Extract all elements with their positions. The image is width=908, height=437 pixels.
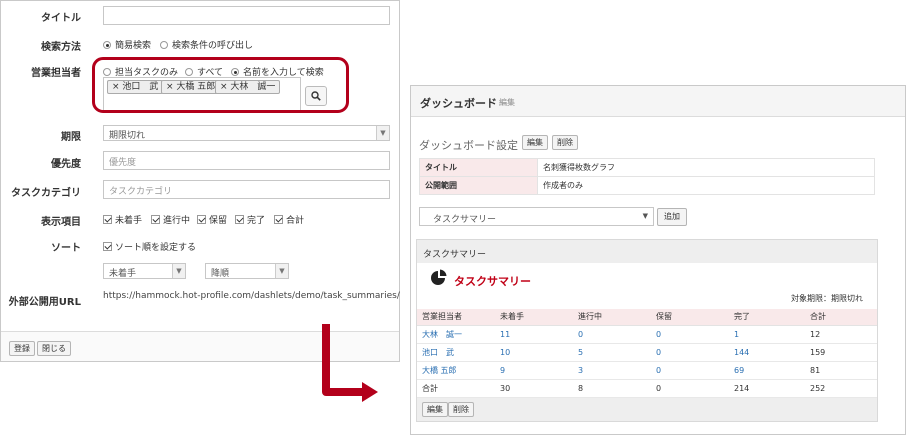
count-link[interactable]: 3 xyxy=(573,361,651,380)
period-text: 対象期限：期限切れ xyxy=(791,294,863,303)
checkbox-icon xyxy=(151,215,160,224)
checkbox-icon xyxy=(103,215,112,224)
count-link[interactable]: 10 xyxy=(495,343,573,362)
period-label: 期限 xyxy=(61,132,81,143)
count-link[interactable]: 144 xyxy=(729,343,805,362)
highlight-frame xyxy=(92,57,349,113)
rep-name-link[interactable]: 大橋 五郎 xyxy=(417,361,495,380)
count-link[interactable]: 0 xyxy=(651,325,729,344)
url-label: 外部公開用URL xyxy=(8,297,81,308)
column-header: 未着手 xyxy=(495,309,573,326)
category-label: タスクカテゴリ xyxy=(11,188,81,199)
settings-title: ダッシュボード設定 xyxy=(419,139,518,152)
widget-edit-button[interactable]: 編集 xyxy=(422,402,448,417)
summary-table: 営業担当者 未着手 進行中 保留 完了 合計 大林 誠一 11 0 0 1 12 xyxy=(417,309,877,398)
summary-widget-body: タスクサマリー 対象期限：期限切れ 営業担当者 未着手 進行中 保留 完了 合計… xyxy=(416,263,878,398)
dashboard-info-table: タイトル 名刺獲得枚数グラフ 公開範囲 作成者のみ xyxy=(419,158,875,195)
total-cell: 8 xyxy=(573,379,651,398)
checkbox-not-started[interactable]: 未着手 xyxy=(103,213,142,226)
dashboard-header: ダッシュボード 編集 xyxy=(411,86,905,117)
sales-rep-label: 営業担当者 xyxy=(31,68,81,79)
count-link[interactable]: 0 xyxy=(573,325,651,344)
total-cell: 12 xyxy=(805,325,877,344)
widget-select[interactable]: タスクサマリー ▼ xyxy=(419,207,654,226)
info-row: 公開範囲 作成者のみ xyxy=(419,176,875,195)
total-cell: 30 xyxy=(495,379,573,398)
table-total-row: 合計 30 8 0 214 252 xyxy=(417,379,877,398)
total-cell: 81 xyxy=(805,361,877,380)
radio-icon xyxy=(160,41,168,49)
summary-widget-footer: 編集 削除 xyxy=(416,398,878,422)
count-link[interactable]: 11 xyxy=(495,325,573,344)
total-cell: 214 xyxy=(729,379,805,398)
count-link[interactable]: 0 xyxy=(651,361,729,380)
total-cell: 0 xyxy=(651,379,729,398)
summary-widget-header: タスクサマリー xyxy=(416,239,878,263)
sort-order-select[interactable]: 降順 ▼ xyxy=(205,263,289,279)
caret-down-icon: ▼ xyxy=(642,212,648,220)
display-items-label: 表示項目 xyxy=(41,217,81,228)
transition-arrow-icon xyxy=(322,324,378,402)
checkbox-icon xyxy=(197,215,206,224)
count-link[interactable]: 69 xyxy=(729,361,805,380)
checkbox-total[interactable]: 合計 xyxy=(274,213,304,226)
table-row: 大橋 五郎 9 3 0 69 81 xyxy=(417,361,877,380)
close-button[interactable]: 閉じる xyxy=(37,341,71,356)
info-row: タイトル 名刺獲得枚数グラフ xyxy=(419,158,875,177)
widget-delete-button[interactable]: 削除 xyxy=(448,402,474,417)
radio-simple-search[interactable]: 簡易検索 xyxy=(103,38,151,51)
total-label: 合計 xyxy=(417,379,495,398)
settings-edit-button[interactable]: 編集 xyxy=(522,135,548,150)
radio-icon xyxy=(103,41,111,49)
count-link[interactable]: 5 xyxy=(573,343,651,362)
checkbox-icon xyxy=(274,215,283,224)
summary-title: タスクサマリー xyxy=(454,275,531,288)
count-link[interactable]: 1 xyxy=(729,325,805,344)
pie-chart-icon xyxy=(431,269,447,285)
priority-label: 優先度 xyxy=(51,159,81,170)
table-header-row: 営業担当者 未着手 進行中 保留 完了 合計 xyxy=(417,309,877,326)
checkbox-on-hold[interactable]: 保留 xyxy=(197,213,227,226)
radio-saved-search[interactable]: 検索条件の呼び出し xyxy=(160,38,253,51)
column-header: 完了 xyxy=(729,309,805,326)
public-url[interactable]: https://hammock.hot-profile.com/dashlets… xyxy=(103,291,400,301)
title-input[interactable] xyxy=(103,6,390,25)
rep-name-link[interactable]: 大林 誠一 xyxy=(417,325,495,344)
chevron-down-icon: ▼ xyxy=(275,264,288,278)
count-link[interactable]: 9 xyxy=(495,361,573,380)
checkbox-in-progress[interactable]: 進行中 xyxy=(151,213,190,226)
total-cell: 252 xyxy=(805,379,877,398)
total-cell: 159 xyxy=(805,343,877,362)
table-row: 池口 武 10 5 0 144 159 xyxy=(417,343,877,362)
checkbox-icon xyxy=(103,242,112,251)
search-method-label: 検索方法 xyxy=(41,42,81,53)
period-select[interactable]: 期限切れ ▼ xyxy=(103,125,390,141)
checkbox-icon xyxy=(235,215,244,224)
column-header: 合計 xyxy=(805,309,877,326)
save-button[interactable]: 登録 xyxy=(9,341,35,356)
count-link[interactable]: 0 xyxy=(651,343,729,362)
priority-input[interactable]: 優先度 xyxy=(103,151,390,170)
category-input[interactable]: タスクカテゴリ xyxy=(103,180,390,199)
settings-delete-button[interactable]: 削除 xyxy=(552,135,578,150)
edit-dashboard-link[interactable]: 編集 xyxy=(499,97,515,108)
add-widget-button[interactable]: 追加 xyxy=(657,208,687,226)
sort-field-select[interactable]: 未着手 ▼ xyxy=(103,263,186,279)
dashboard-panel: ダッシュボード 編集 ダッシュボード設定 編集 削除 タイトル 名刺獲得枚数グラ… xyxy=(410,85,906,435)
checkbox-set-sort[interactable]: ソート順を設定する xyxy=(103,240,196,253)
chevron-down-icon: ▼ xyxy=(172,264,185,278)
title-label: タイトル xyxy=(41,13,81,24)
rep-name-link[interactable]: 池口 武 xyxy=(417,343,495,362)
sort-label: ソート xyxy=(51,243,81,254)
table-row: 大林 誠一 11 0 0 1 12 xyxy=(417,325,877,344)
chevron-down-icon: ▼ xyxy=(376,126,389,140)
page-title: ダッシュボード xyxy=(420,97,497,110)
dashlet-settings-form: タイトル 検索方法 簡易検索 検索条件の呼び出し 営業担当者 担当タスクのみ す… xyxy=(0,0,400,362)
column-header: 営業担当者 xyxy=(417,309,495,326)
column-header: 保留 xyxy=(651,309,729,326)
column-header: 進行中 xyxy=(573,309,651,326)
checkbox-done[interactable]: 完了 xyxy=(235,213,265,226)
